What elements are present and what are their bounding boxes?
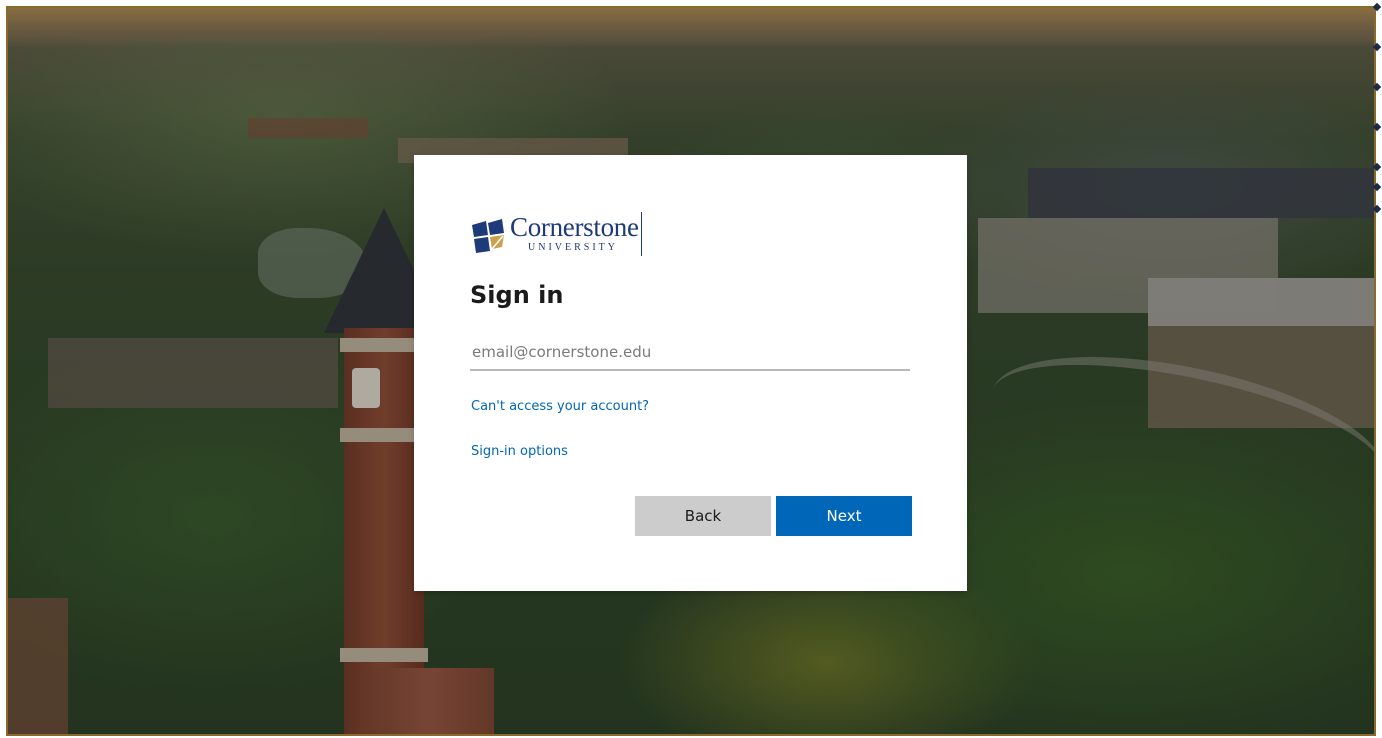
email-input[interactable] <box>470 335 910 371</box>
brand-name: Cornerstone <box>510 212 639 242</box>
diamond-icon <box>1372 2 1382 12</box>
cant-access-account-link[interactable]: Can't access your account? <box>471 399 649 414</box>
diamond-icon <box>1372 182 1382 192</box>
edge-decoration <box>1370 0 1382 230</box>
page-title: Sign in <box>470 281 564 309</box>
logo-divider <box>640 212 642 256</box>
diamond-icon <box>1372 122 1382 132</box>
back-button[interactable]: Back <box>635 496 771 536</box>
signin-card: Cornerstone UNIVERSITY Sign in Can't acc… <box>414 155 967 591</box>
cornerstone-logo-icon <box>470 217 506 253</box>
diamond-icon <box>1372 162 1382 172</box>
diamond-icon <box>1372 82 1382 92</box>
next-button[interactable]: Next <box>776 496 912 536</box>
diamond-icon <box>1372 42 1382 52</box>
brand-subtitle: UNIVERSITY <box>528 242 618 253</box>
diamond-icon <box>1372 204 1382 214</box>
cornerstone-logo: Cornerstone UNIVERSITY <box>470 212 642 258</box>
signin-options-link[interactable]: Sign-in options <box>471 444 568 459</box>
